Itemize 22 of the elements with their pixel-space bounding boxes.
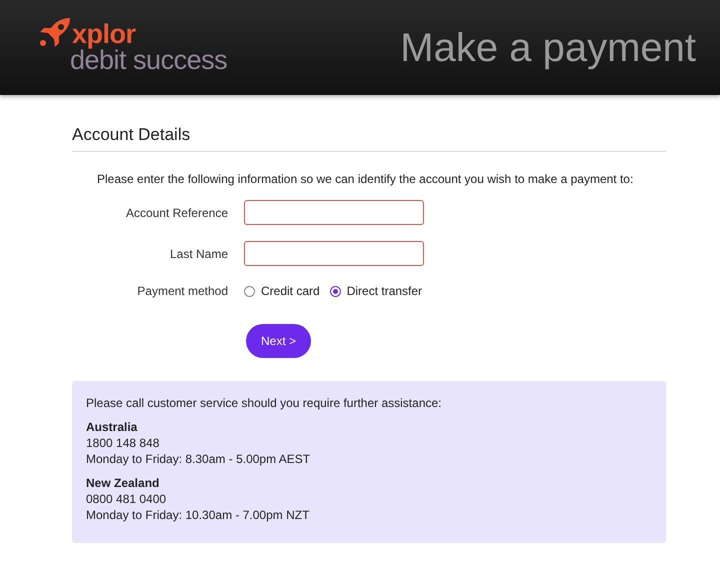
- logo-text: xplor: [72, 20, 136, 46]
- section-heading: Account Details: [72, 95, 666, 152]
- instruction-text: Please enter the following information so we can identify the account you wish to make a payment to:: [97, 171, 634, 188]
- input-field[interactable]: [244, 241, 424, 266]
- next-button[interactable]: Next >: [246, 324, 311, 358]
- radio-label[interactable]: Credit card: [261, 282, 320, 300]
- radio-button[interactable]: [330, 286, 341, 297]
- region-name: Australia: [86, 419, 138, 436]
- page-title: Make a payment: [400, 28, 696, 68]
- input-field[interactable]: [244, 200, 424, 226]
- field-label: Account Reference: [124, 204, 228, 222]
- radio-label[interactable]: Direct transfer: [346, 282, 422, 300]
- phone-number: 0800 481 0400: [86, 491, 168, 508]
- opening-hours: Monday to Friday: 8.30am - 5.00pm AEST: [86, 451, 312, 468]
- radio-button[interactable]: [244, 286, 255, 297]
- opening-hours: Monday to Friday: 10.30am - 7.00pm NZT: [86, 507, 310, 524]
- help-text: Please call customer service should you require further assistance:: [86, 395, 442, 412]
- region-name: New Zealand: [86, 475, 160, 492]
- field-label: Last Name: [168, 246, 228, 263]
- phone-number: 1800 148 848: [86, 435, 160, 452]
- rocket-icon: [40, 16, 72, 46]
- field-label: Payment method: [136, 283, 228, 300]
